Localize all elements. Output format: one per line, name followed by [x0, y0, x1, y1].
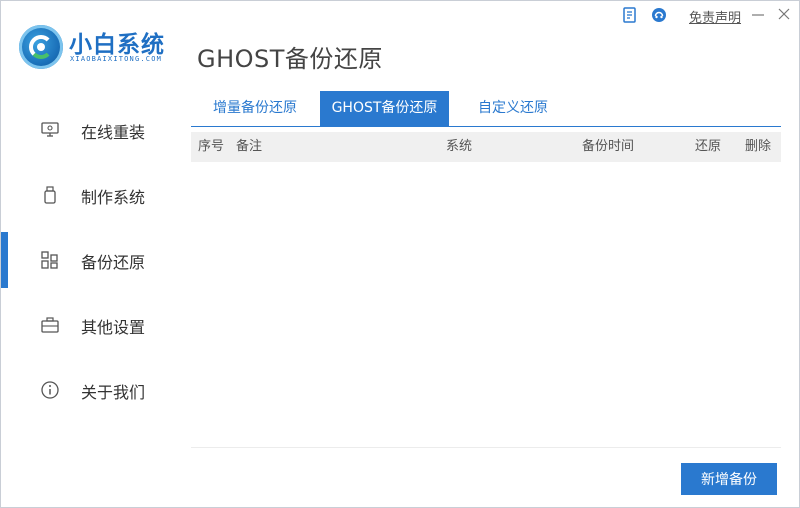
tab-ghost-backup[interactable]: GHOST备份还原: [320, 91, 449, 126]
column-header-note: 备注: [236, 139, 263, 154]
sidebar-item-other-settings[interactable]: 其他设置: [1, 292, 176, 357]
minimize-icon[interactable]: [750, 5, 766, 21]
tab-bar: 增量备份还原 GHOST备份还原 自定义还原: [191, 91, 781, 127]
column-header-system: 系统: [446, 139, 473, 154]
app-window: 小白系统 XIAOBAIXITONG.COM 在线重装 制作系统 备份还原 其他…: [0, 0, 800, 508]
logo: 小白系统 XIAOBAIXITONG.COM: [19, 23, 179, 71]
app-subtitle: XIAOBAIXITONG.COM: [70, 55, 163, 63]
app-name: 小白系统: [69, 32, 165, 58]
new-backup-button[interactable]: 新增备份: [681, 463, 777, 495]
sidebar-item-label: 其他设置: [81, 318, 146, 337]
tab-custom-restore[interactable]: 自定义还原: [471, 91, 555, 126]
toolbox-icon: [41, 316, 59, 334]
column-header-backup-time: 备份时间: [582, 139, 635, 154]
info-icon: [41, 381, 59, 399]
grid-icon: [41, 251, 59, 269]
sidebar-item-label: 备份还原: [81, 253, 146, 272]
sidebar-item-about-us[interactable]: 关于我们: [1, 357, 176, 422]
sidebar-item-backup-restore[interactable]: 备份还原: [1, 227, 176, 292]
support-icon[interactable]: [651, 7, 667, 23]
sidebar-item-label: 在线重装: [81, 123, 146, 142]
monitor-icon: [41, 121, 59, 139]
sidebar-item-label: 制作系统: [81, 188, 146, 207]
logo-icon: [19, 25, 63, 69]
close-icon[interactable]: [776, 5, 792, 21]
column-header-restore: 还原: [695, 139, 722, 154]
usb-drive-icon: [41, 186, 59, 204]
sidebar-item-label: 关于我们: [81, 383, 146, 402]
tab-incremental-backup[interactable]: 增量备份还原: [201, 91, 309, 126]
page-title: GHOST备份还原: [197, 45, 383, 73]
sidebar-nav: 在线重装 制作系统 备份还原 其他设置 关于我们: [1, 97, 176, 422]
table-header: 序号 备注 系统 备份时间 还原 删除: [191, 132, 781, 162]
column-header-delete: 删除: [745, 139, 772, 154]
column-header-index: 序号: [198, 139, 225, 154]
document-icon[interactable]: [622, 7, 638, 23]
disclaimer-link[interactable]: 免责声明: [689, 7, 741, 26]
backup-table-body: [191, 162, 781, 448]
sidebar: 小白系统 XIAOBAIXITONG.COM 在线重装 制作系统 备份还原 其他…: [1, 1, 176, 507]
sidebar-item-online-reinstall[interactable]: 在线重装: [1, 97, 176, 162]
sidebar-item-make-system[interactable]: 制作系统: [1, 162, 176, 227]
